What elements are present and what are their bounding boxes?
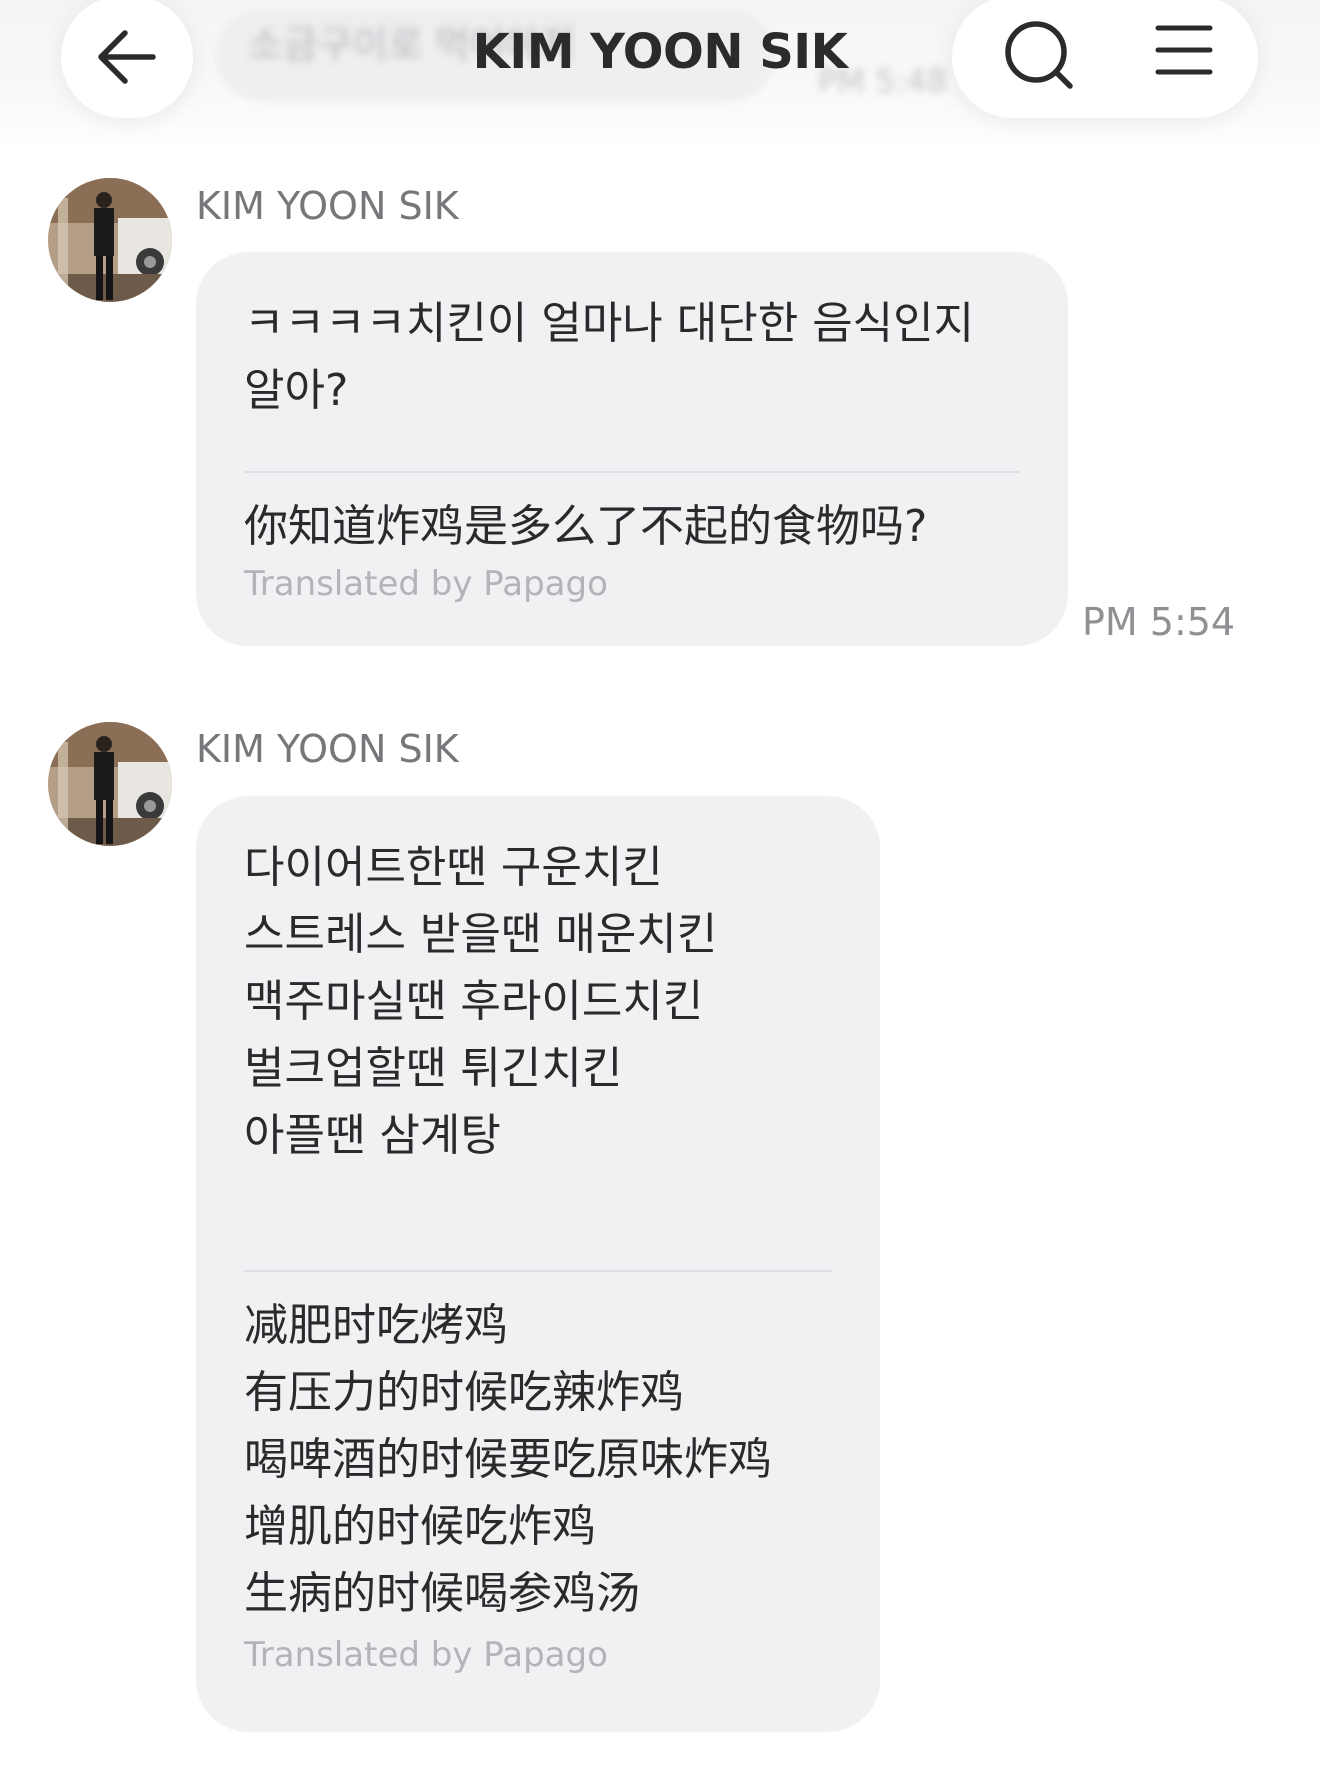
message-bubble[interactable]: 다이어트한땐 구운치킨 스트레스 받을땐 매운치킨 맥주마실땐 후라이드치킨 벌… xyxy=(196,796,880,1732)
avatar-photo xyxy=(48,722,172,846)
menu-button[interactable] xyxy=(1152,20,1216,80)
sender-name: KIM YOON SIK xyxy=(196,184,459,228)
avatar[interactable] xyxy=(48,178,172,302)
message-time: PM 5:54 xyxy=(1082,600,1236,644)
message-original-text: ㅋㅋㅋㅋ치킨이 얼마나 대단한 음식인지 알아? xyxy=(244,298,975,416)
translated-by-label: Translated by Papago xyxy=(244,564,608,604)
header-actions xyxy=(952,0,1258,118)
translated-by-label: Translated by Papago xyxy=(244,1635,608,1675)
message-translated-text: 减肥时吃烤鸡 有压力的时候吃辣炸鸡 喝啤酒的时候要吃原味炸鸡 增肌的时候吃炸鸡 … xyxy=(244,1300,772,1619)
avatar-photo xyxy=(48,178,172,302)
translation-divider xyxy=(244,471,1020,473)
avatar[interactable] xyxy=(48,722,172,846)
search-icon xyxy=(1005,21,1073,89)
search-button[interactable] xyxy=(1000,16,1080,96)
chat-header: 소금구이로 먹어야지 PM 5:48 KIM YOON SIK xyxy=(0,0,1320,150)
hamburger-menu-icon xyxy=(1155,25,1213,75)
translation-divider xyxy=(244,1270,832,1272)
message-translated-text: 你知道炸鸡是多么了不起的食物吗? xyxy=(244,501,928,552)
sender-name: KIM YOON SIK xyxy=(196,727,459,771)
message-bubble[interactable]: ㅋㅋㅋㅋ치킨이 얼마나 대단한 음식인지 알아? 你知道炸鸡是多么了不起的食物吗… xyxy=(196,252,1068,646)
message-original-text: 다이어트한땐 구운치킨 스트레스 받을땐 매운치킨 맥주마실땐 후라이드치킨 벌… xyxy=(244,842,718,1161)
